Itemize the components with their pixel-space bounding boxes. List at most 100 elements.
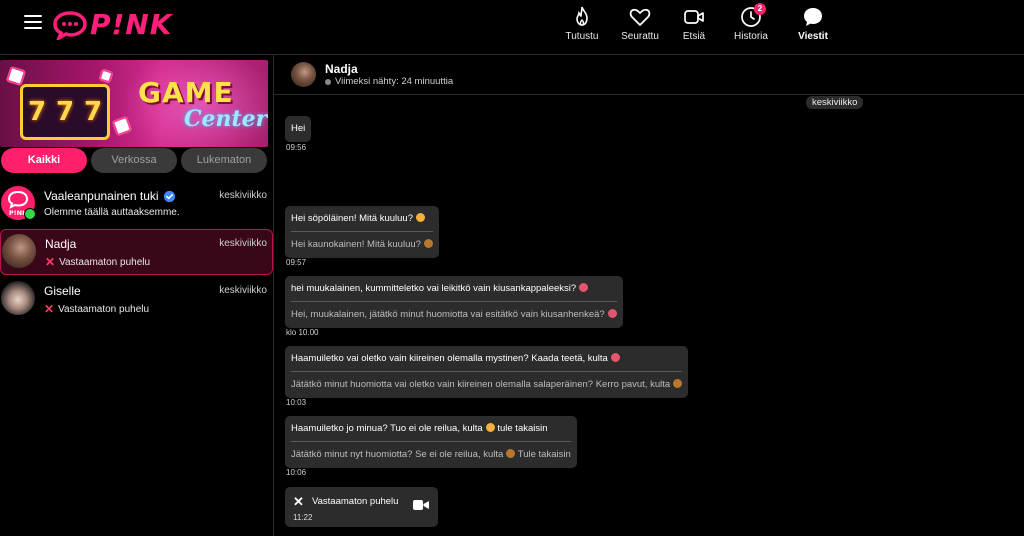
message-text: Hei söpöläinen! Mitä kuuluu? bbox=[291, 213, 413, 224]
translation-text: Jätätkö minut nyt huomiotta? Se ei ole r… bbox=[291, 449, 504, 460]
missed-call-icon: ✕ bbox=[293, 494, 304, 509]
avatar bbox=[2, 234, 36, 268]
wink-emoji-icon bbox=[610, 353, 620, 362]
message-original: Hei söpöläinen! Mitä kuuluu? bbox=[291, 212, 433, 226]
message-time: 09:57 bbox=[286, 258, 307, 267]
missed-call-label: Vastaamaton puhelu bbox=[312, 496, 399, 507]
nav-historia[interactable]: 2 Historia bbox=[720, 0, 782, 54]
message-original: Haamuiletko vai oletko vain kiireinen ol… bbox=[291, 352, 682, 366]
filter-online[interactable]: Verkossa bbox=[91, 148, 177, 173]
message-translation: Hei, muukalainen, jätätkö minut huomiott… bbox=[291, 301, 617, 322]
missed-call-bubble[interactable]: ✕ Vastaamaton puhelu 11:22 bbox=[285, 487, 438, 527]
filter-unread[interactable]: Lukematon bbox=[181, 148, 267, 173]
wink-emoji-icon bbox=[673, 379, 683, 388]
translation-text-after: Tule takaisin bbox=[517, 449, 571, 460]
message-original: hei muukalainen, kummitteletko vai leiki… bbox=[291, 282, 617, 296]
nav-label: Etsiä bbox=[682, 31, 706, 42]
conversation-date: keskiviikko bbox=[219, 190, 267, 201]
main-nav: Tutustu Seurattu Etsiä 2 Historia Viesti… bbox=[552, 0, 844, 54]
brand-logo[interactable]: P!NK bbox=[52, 8, 172, 41]
conversation-preview: ✕ Vastaamaton puhelu bbox=[44, 302, 149, 316]
nav-tutustu[interactable]: Tutustu bbox=[552, 0, 612, 54]
conversation-support[interactable]: P!NK Vaaleanpunainen tuki Olemme täällä … bbox=[0, 182, 272, 228]
message-translation: Hei kaunokainen! Mitä kuuluu? bbox=[291, 231, 433, 252]
conversation-date: keskiviikko bbox=[219, 285, 267, 296]
nav-seurattu[interactable]: Seurattu bbox=[612, 0, 668, 54]
message-time: 10:03 bbox=[286, 398, 307, 407]
wink-emoji-icon bbox=[607, 309, 617, 318]
message-text: Hei bbox=[291, 123, 306, 134]
slot-reel: 7 bbox=[27, 97, 47, 127]
dice-icon bbox=[5, 65, 27, 87]
nav-viestit[interactable]: Viestit bbox=[782, 0, 844, 54]
game-center-banner[interactable]: 7 7 7 GAME Center bbox=[0, 60, 268, 147]
top-bar: P!NK Tutustu Seurattu Etsiä 2 Historia V… bbox=[0, 0, 1024, 55]
avatar bbox=[1, 281, 35, 315]
message-bubble: Haamuiletko jo minua? Tuo ei ole reilua,… bbox=[285, 416, 577, 468]
message-bubble: Hei bbox=[285, 116, 312, 142]
smile-emoji-icon bbox=[485, 423, 495, 432]
missed-call-icon: ✕ bbox=[44, 302, 55, 316]
chat-panel: Nadja Viimeksi nähty: 24 minuuttia keski… bbox=[274, 55, 1024, 536]
conversation-name-text: Vaaleanpunainen tuki bbox=[44, 189, 159, 203]
contact-avatar[interactable] bbox=[291, 62, 316, 87]
chat-bubble-icon bbox=[804, 8, 822, 26]
verified-badge-icon bbox=[163, 190, 175, 202]
contact-status: Viimeksi nähty: 24 minuuttia bbox=[325, 76, 453, 87]
nav-label: Historia bbox=[734, 31, 768, 42]
online-indicator bbox=[24, 208, 36, 220]
smile-emoji-icon bbox=[416, 213, 425, 222]
nav-label: Seurattu bbox=[621, 31, 659, 42]
message-text-after: tule takaisin bbox=[497, 423, 548, 434]
conversation-filters: Kaikki Verkossa Lukematon bbox=[1, 148, 271, 173]
conversation-nadja[interactable]: Nadja ✕ Vastaamaton puhelu keskiviikko bbox=[0, 229, 273, 275]
nav-label: Viestit bbox=[798, 31, 828, 42]
video-call-icon[interactable] bbox=[413, 499, 429, 511]
translation-text: Hei kaunokainen! Mitä kuuluu? bbox=[291, 239, 421, 250]
contact-status-text: Viimeksi nähty: 24 minuuttia bbox=[335, 76, 454, 87]
message-text: hei muukalainen, kummitteletko vai leiki… bbox=[291, 283, 577, 294]
conversation-name: Nadja bbox=[45, 237, 77, 251]
banner-subtitle: Center bbox=[184, 106, 268, 132]
conversation-preview-text: Vastaamaton puhelu bbox=[59, 256, 151, 268]
slot-reel: 7 bbox=[55, 97, 75, 127]
status-dot-icon bbox=[325, 78, 331, 85]
chat-header: Nadja Viimeksi nähty: 24 minuuttia bbox=[274, 55, 1024, 95]
conversation-name: Vaaleanpunainen tuki bbox=[44, 189, 176, 203]
video-icon bbox=[684, 10, 704, 24]
smile-emoji-icon bbox=[506, 449, 516, 458]
contact-name[interactable]: Nadja bbox=[325, 62, 358, 76]
conversation-name: Giselle bbox=[44, 284, 81, 298]
logo-bubble-icon bbox=[53, 10, 87, 40]
message-time: 10:06 bbox=[286, 468, 307, 477]
message-original: Haamuiletko jo minua? Tuo ei ole reilua,… bbox=[291, 422, 571, 436]
message-bubble: hei muukalainen, kummitteletko vai leiki… bbox=[285, 276, 623, 328]
conversation-date: keskiviikko bbox=[219, 238, 267, 249]
conversation-preview: ✕ Vastaamaton puhelu bbox=[45, 255, 150, 269]
message-translation: Jätätkö minut huomiotta vai oletko vain … bbox=[291, 371, 683, 392]
conversation-giselle[interactable]: Giselle ✕ Vastaamaton puhelu keskiviikko bbox=[0, 277, 272, 323]
conversation-sidebar: 7 7 7 GAME Center Kaikki Verkossa Lukema… bbox=[0, 55, 274, 536]
translation-text: Jätätkö minut huomiotta vai oletko vain … bbox=[291, 379, 671, 390]
message-time: klo 10.00 bbox=[286, 328, 319, 337]
conversation-preview: Olemme täällä auttaaksemme. bbox=[44, 207, 180, 218]
translation-text: Hei, muukalainen, jätätkö minut huomiott… bbox=[291, 309, 605, 320]
message-bubble: Hei söpöläinen! Mitä kuuluu? Hei kaunoka… bbox=[285, 206, 439, 258]
heart-icon bbox=[629, 8, 651, 26]
message-text: Haamuiletko jo minua? Tuo ei ole reilua,… bbox=[291, 423, 483, 434]
hamburger-menu-icon[interactable] bbox=[24, 15, 42, 29]
missed-call-icon: ✕ bbox=[45, 255, 56, 269]
message-text: Haamuiletko vai oletko vain kiireinen ol… bbox=[291, 353, 608, 364]
message-time: 09:56 bbox=[286, 143, 307, 152]
dice-icon bbox=[98, 68, 114, 84]
wink-emoji-icon bbox=[579, 283, 589, 292]
notification-badge: 2 bbox=[754, 3, 766, 15]
smile-emoji-icon bbox=[423, 239, 433, 248]
filter-all[interactable]: Kaikki bbox=[1, 148, 87, 173]
slot-reel: 7 bbox=[83, 97, 103, 127]
logo-text: P!NK bbox=[90, 8, 173, 41]
missed-call-time: 11:22 bbox=[293, 513, 313, 522]
message-translation: Jätätkö minut nyt huomiotta? Se ei ole r… bbox=[291, 441, 571, 462]
conversation-preview-text: Vastaamaton puhelu bbox=[58, 303, 150, 315]
nav-etsia[interactable]: Etsiä bbox=[668, 0, 720, 54]
